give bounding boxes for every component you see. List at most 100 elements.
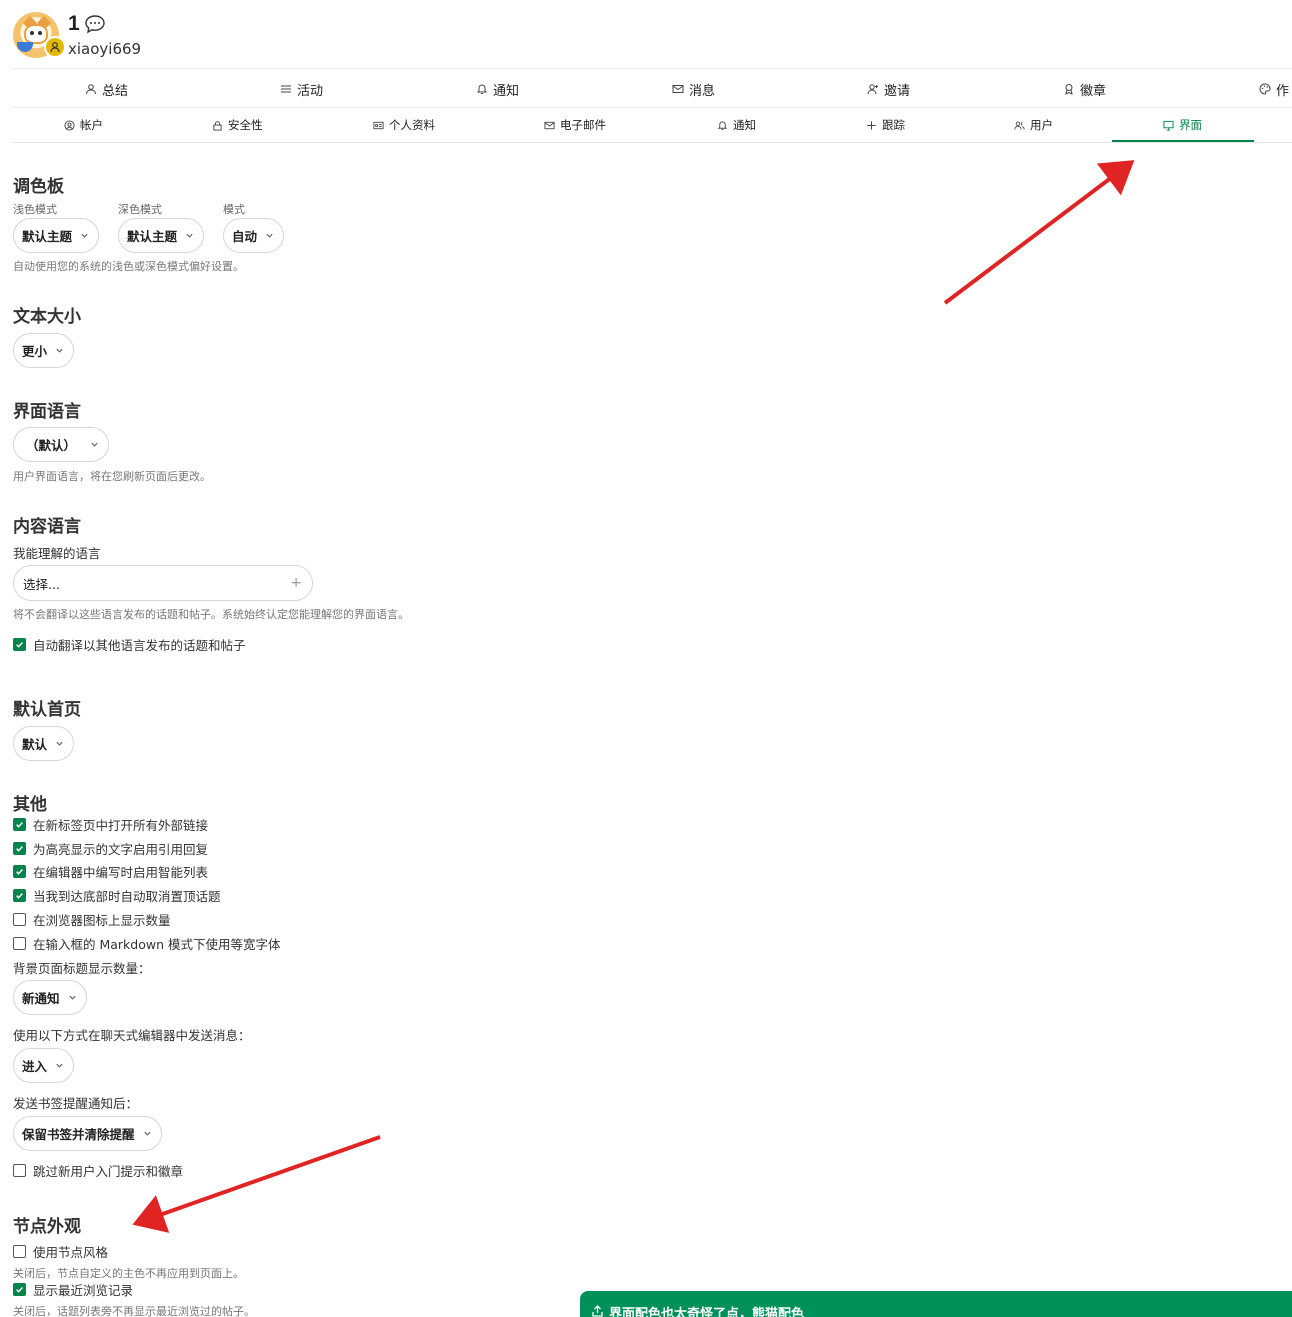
list-icon [281, 85, 291, 93]
content-language-multiselect[interactable]: 选择... + [13, 565, 313, 601]
id-card-icon [373, 121, 384, 129]
tab-profile[interactable]: 个人资料 [373, 108, 435, 142]
tab-messages[interactable]: 消息 [672, 69, 715, 109]
checkbox-monospace-markdown[interactable]: 在输入框的 Markdown 模式下使用等宽字体 [13, 934, 281, 953]
section-title-ui-language: 界面语言 [13, 402, 81, 422]
section-title-node-appearance: 节点外观 [13, 1217, 81, 1237]
section-title-homepage: 默认首页 [13, 700, 81, 720]
dark-mode-label: 深色模式 [118, 203, 162, 216]
section-title-other: 其他 [13, 795, 47, 815]
homepage-select[interactable]: 默认 [13, 726, 75, 761]
tab-interface[interactable]: 界面 [1163, 108, 1202, 142]
checkbox-unchecked-icon [13, 913, 26, 926]
chevron-down-icon [56, 348, 63, 353]
checkbox-auto-unpin[interactable]: 当我到达底部时自动取消置顶话题 [13, 886, 221, 905]
text-size-select[interactable]: 更小 [13, 333, 75, 368]
checkbox-checked-icon [13, 865, 26, 878]
user-circle-icon [64, 119, 75, 131]
ui-language-select[interactable]: （默认） [13, 427, 110, 462]
display-name: 1 [68, 12, 106, 36]
mode-label: 模式 [223, 203, 245, 216]
tab-account[interactable]: 帐户 [64, 108, 103, 142]
light-mode-label: 浅色模式 [13, 203, 57, 216]
checkbox-checked-icon [13, 889, 26, 902]
tab-users[interactable]: 用户 [1014, 108, 1053, 142]
tab-email[interactable]: 电子邮件 [544, 108, 606, 142]
share-icon [592, 1305, 603, 1317]
badge-icon [1065, 84, 1073, 95]
bg-title-label: 背景页面标题显示数量： [13, 961, 151, 976]
tab-works[interactable]: 作 [1259, 69, 1289, 109]
tab-tracking[interactable]: 跟踪 [866, 108, 905, 142]
checkbox-unchecked-icon [13, 1245, 26, 1258]
checkbox-external-links[interactable]: 在新标签页中打开所有外部链接 [13, 815, 208, 834]
tab-notifications[interactable]: 通知 [476, 69, 519, 109]
checkbox-checked-icon [13, 638, 26, 651]
node-style-hint: 关闭后，节点自定义的主色不再应用到页面上。 [13, 1267, 244, 1280]
checkbox-unchecked-icon [13, 1164, 26, 1177]
plus-icon: + [290, 575, 302, 591]
desktop-icon [1163, 120, 1174, 131]
palette-icon [1259, 83, 1271, 95]
bell-icon [717, 120, 728, 130]
checkbox-show-recent[interactable]: 显示最近浏览记录 [13, 1280, 133, 1299]
chevron-down-icon [266, 233, 273, 238]
chat-send-label: 使用以下方式在聊天式编辑器中发送消息： [13, 1028, 251, 1043]
preferences-nav: 帐户 安全性 个人资料 电子邮件 通知 跟踪 用户 界面 [13, 108, 1292, 143]
user-icon [86, 84, 96, 95]
section-title-text-size: 文本大小 [13, 307, 81, 327]
color-mode-select[interactable]: 自动 [223, 218, 285, 253]
bell-icon [476, 84, 488, 94]
envelope-icon [672, 85, 684, 93]
content-language-hint: 将不会翻译以这些语言发布的话题和帖子。系统始终认定您能理解您的界面语言。 [13, 608, 409, 621]
bookmark-label: 发送书签提醒通知后： [13, 1096, 139, 1111]
user-plus-icon [867, 84, 878, 95]
tab-activity[interactable]: 活动 [280, 69, 323, 109]
annotation-arrow-interface-tab [943, 160, 1135, 305]
checkbox-smart-lists[interactable]: 在编辑器中编写时启用智能列表 [13, 862, 208, 881]
show-recent-hint: 关闭后，话题列表旁不再显示最近浏览过的帖子。 [13, 1305, 255, 1317]
chevron-down-icon [56, 741, 63, 746]
active-tab-underline [1112, 140, 1254, 142]
checkbox-checked-icon [13, 1283, 26, 1296]
chevron-down-icon [56, 1063, 63, 1068]
users-icon [1014, 120, 1025, 130]
section-title-palette: 调色板 [13, 177, 64, 197]
username: xiaoyi669 [68, 40, 142, 58]
light-theme-select[interactable]: 默认主题 [13, 218, 100, 253]
lock-icon [213, 120, 222, 131]
tab-security[interactable]: 安全性 [212, 108, 263, 142]
user-badge-icon [44, 36, 66, 58]
auto-translate-checkbox[interactable]: 自动翻译以其他语言发布的话题和帖子 [13, 635, 246, 654]
chevron-down-icon [68, 995, 76, 1000]
dark-theme-select[interactable]: 默认主题 [118, 218, 205, 253]
ui-language-hint: 用户界面语言，将在您刷新页面后更改。 [13, 470, 211, 483]
envelope-icon [544, 121, 555, 129]
checkbox-unchecked-icon [13, 937, 26, 950]
bookmark-after-select[interactable]: 保留书签并清除提醒 [13, 1116, 162, 1151]
plus-icon [867, 120, 876, 130]
primary-nav: 总结 活动 通知 消息 邀请 徽章 作 [13, 68, 1292, 108]
tab-summary[interactable]: 总结 [85, 69, 128, 109]
checkbox-use-node-style[interactable]: 使用节点风格 [13, 1242, 108, 1261]
checkbox-skip-onboarding[interactable]: 跳过新用户入门提示和徽章 [13, 1161, 183, 1180]
chevron-down-icon [81, 233, 88, 238]
content-language-label: 我能理解的语言 [13, 546, 101, 561]
checkbox-checked-icon [13, 842, 26, 855]
checkbox-favicon-count[interactable]: 在浏览器图标上显示数量 [13, 910, 171, 929]
checkbox-checked-icon [13, 818, 26, 831]
chat-send-select[interactable]: 进入 [13, 1048, 75, 1083]
tab-invites[interactable]: 邀请 [867, 69, 910, 109]
chevron-down-icon [143, 1131, 151, 1136]
toast-notification[interactable]: 界面配色也太奇怪了点，熊猫配色 [580, 1291, 1292, 1317]
bg-title-count-select[interactable]: 新通知 [13, 980, 87, 1015]
chat-bubble-icon[interactable] [84, 14, 106, 34]
tab-notification-prefs[interactable]: 通知 [717, 108, 756, 142]
annotation-arrows [132, 160, 1135, 1233]
checkbox-quote-reply[interactable]: 为高亮显示的文字启用引用回复 [13, 839, 208, 858]
section-title-content-language: 内容语言 [13, 517, 81, 537]
tab-badges[interactable]: 徽章 [1063, 69, 1106, 109]
chevron-down-icon [91, 442, 98, 447]
chevron-down-icon [186, 233, 193, 238]
palette-hint: 自动使用您的系统的浅色或深色模式偏好设置。 [13, 260, 244, 273]
